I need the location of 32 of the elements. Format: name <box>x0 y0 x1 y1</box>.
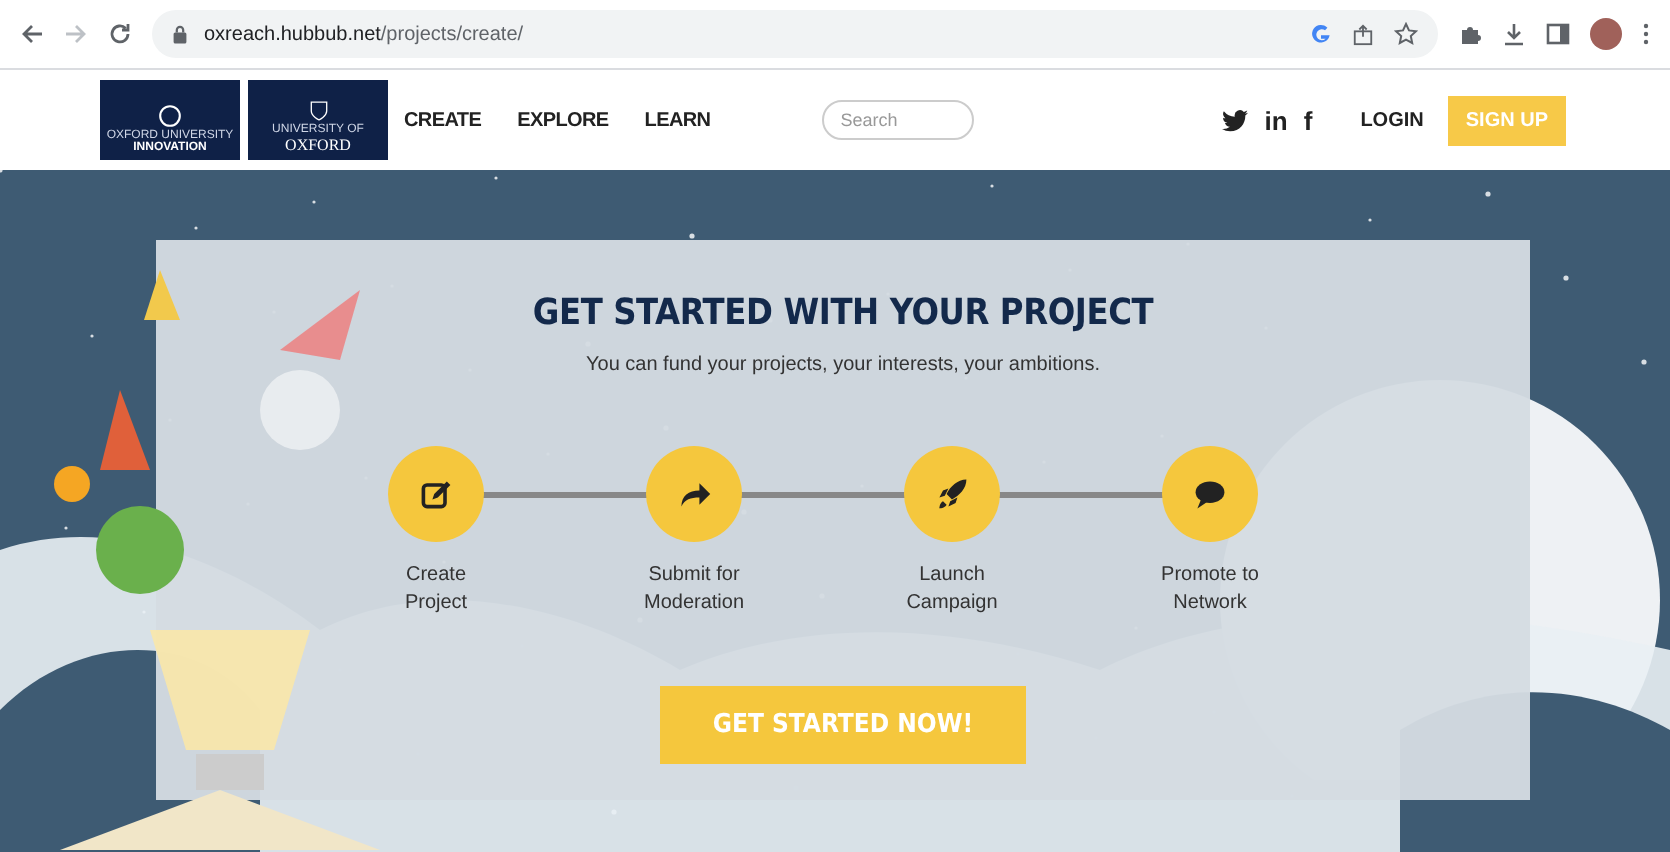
more-icon[interactable] <box>1642 22 1650 46</box>
avatar-icon[interactable] <box>1590 18 1622 50</box>
twitter-icon[interactable] <box>1222 109 1249 131</box>
subtitle: You can fund your projects, your interests, your ambitions. <box>586 354 1100 376</box>
nav-link[interactable]: CREATE <box>404 109 482 131</box>
lock-icon <box>172 24 188 44</box>
speech-bubble-icon <box>1192 476 1228 512</box>
ring-icon <box>156 102 184 130</box>
page-title: GET STARTED WITH YOUR PROJECT <box>532 292 1154 334</box>
address-bar[interactable]: oxreach.hubbub.net/projects/create/ <box>152 10 1438 58</box>
back-icon[interactable] <box>20 22 44 46</box>
share-icon[interactable] <box>1352 23 1374 45</box>
social-link[interactable]: in <box>1264 105 1288 135</box>
step-label: Submit for Moderation <box>643 562 745 618</box>
puzzle-icon[interactable] <box>1458 22 1482 46</box>
login-link[interactable]: LOGIN <box>1360 109 1424 131</box>
download-icon[interactable] <box>1502 22 1526 46</box>
nav-link[interactable]: EXPLORE <box>517 109 609 131</box>
url-text: oxreach.hubbub.net/projects/create/ <box>204 23 524 45</box>
sidebar-icon[interactable] <box>1546 22 1570 46</box>
step-label: Promote to Network <box>1161 562 1259 618</box>
star-icon[interactable] <box>1394 22 1418 46</box>
reload-icon[interactable] <box>108 22 132 46</box>
nav-link[interactable]: LEARN <box>644 109 711 131</box>
crest-icon <box>307 98 329 124</box>
search-field[interactable]: Search <box>822 100 975 140</box>
edit-icon <box>418 476 454 512</box>
rocket-icon <box>934 476 970 512</box>
step-label: Create Project <box>404 562 468 618</box>
step-label: Launch Campaign <box>906 562 998 618</box>
google-icon[interactable] <box>1310 23 1332 45</box>
social-link[interactable]: f <box>1303 105 1313 135</box>
